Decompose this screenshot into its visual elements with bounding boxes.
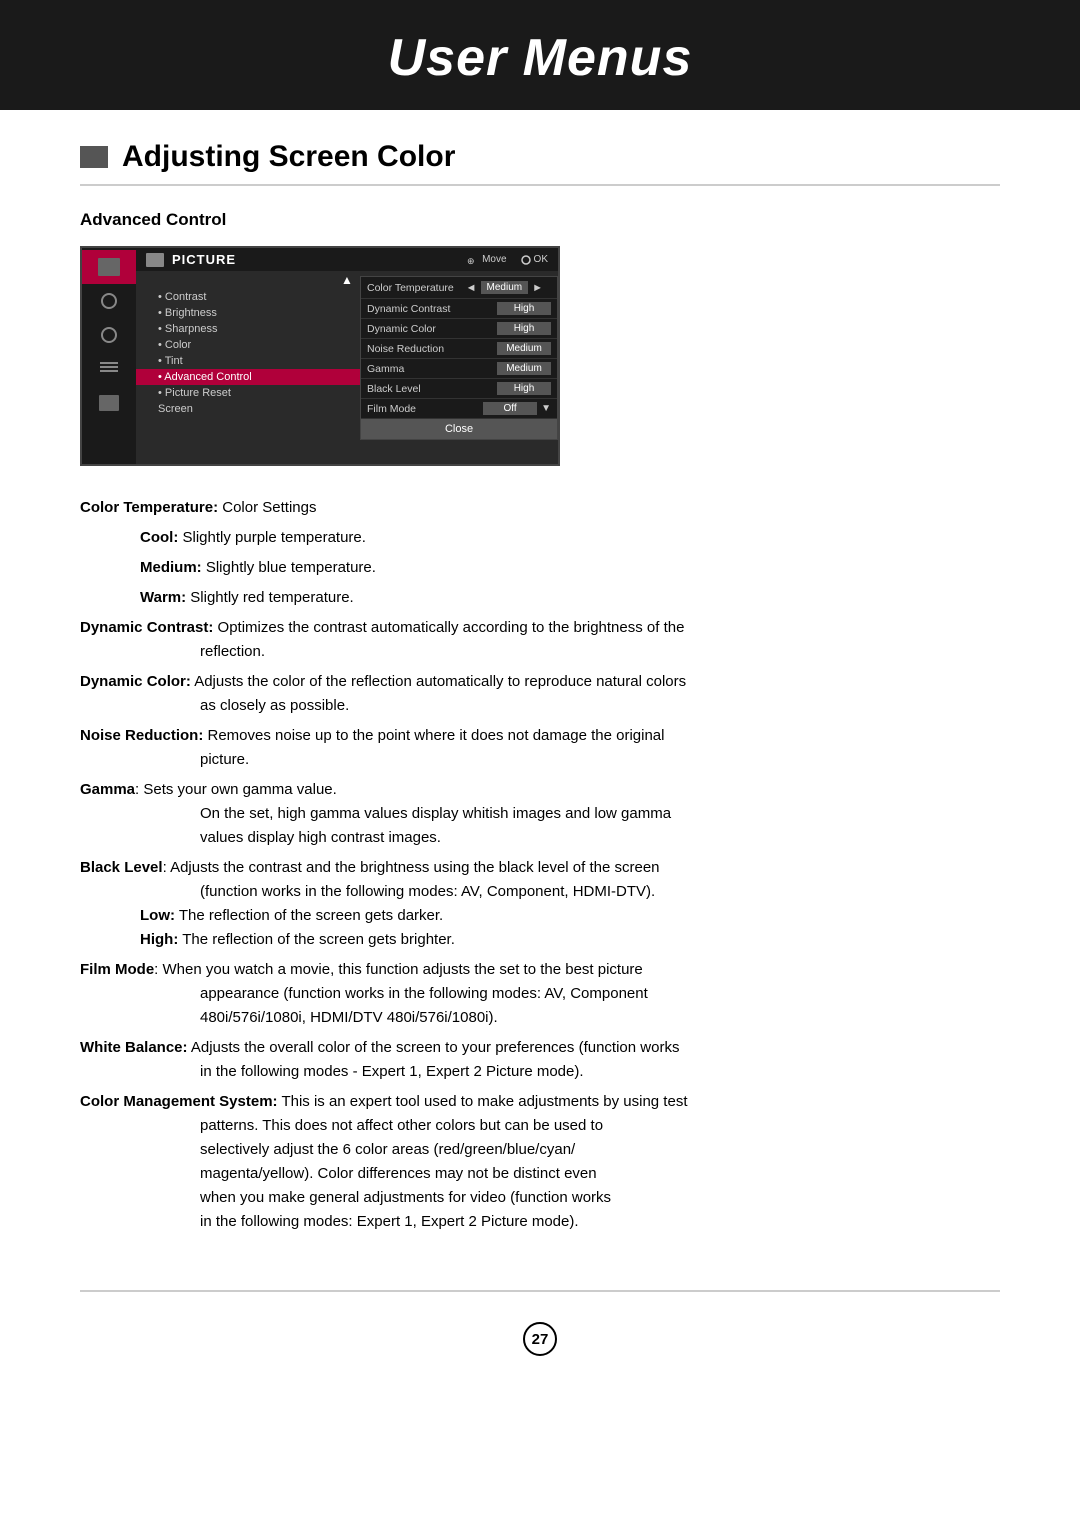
picture-icon: [98, 258, 120, 276]
desc-warm: Warm: Slightly red temperature.: [80, 586, 1000, 610]
ok-icon: [521, 255, 531, 265]
header-bar: User Menus: [0, 0, 1080, 110]
section-title: Adjusting Screen Color: [122, 140, 455, 174]
tv-panel-header: PICTURE ⊕ Move OK: [136, 248, 558, 271]
bars-icon: [100, 362, 118, 376]
sidebar-item-circle: [82, 284, 136, 318]
sub-heading: Advanced Control: [80, 210, 1000, 230]
adv-row-gamma: Gamma Medium: [361, 359, 557, 379]
bottom-divider: [80, 1290, 1000, 1292]
adv-row-black-level: Black Level High: [361, 379, 557, 399]
adv-close-button[interactable]: Close: [361, 419, 557, 439]
sidebar-item-img: [82, 386, 136, 420]
sidebar-item-settings: [82, 352, 136, 386]
panel-title: PICTURE: [172, 252, 236, 267]
section-title-row: Adjusting Screen Color: [80, 140, 1000, 174]
tv-panel-header-left: PICTURE: [146, 252, 236, 267]
desc-film-mode: Film Mode: When you watch a movie, this …: [80, 958, 1000, 1030]
color-temp-left-arrow[interactable]: ◄: [466, 282, 477, 294]
desc-dynamic-color: Dynamic Color: Adjusts the color of the …: [80, 670, 1000, 718]
tv-advanced-panel: Color Temperature ◄ Medium ► Dynamic Con…: [360, 276, 558, 440]
ok-label: OK: [521, 254, 548, 265]
section-divider: [80, 184, 1000, 186]
adv-row-color-temp: Color Temperature ◄ Medium ►: [361, 277, 557, 299]
sidebar-item-picture: [82, 250, 136, 284]
adv-row-dynamic-contrast: Dynamic Contrast High: [361, 299, 557, 319]
move-icon: ⊕: [467, 255, 479, 265]
clock-icon: [101, 327, 117, 343]
screen-label: Screen: [158, 403, 193, 415]
main-content: Adjusting Screen Color Advanced Control: [0, 110, 1080, 1280]
page-number: 27: [523, 1322, 557, 1356]
description-area: Color Temperature: Color Settings Cool: …: [80, 496, 1000, 1234]
section-icon: [80, 146, 108, 168]
desc-medium: Medium: Slightly blue temperature.: [80, 556, 1000, 580]
adv-row-dynamic-color: Dynamic Color High: [361, 319, 557, 339]
svg-text:⊕: ⊕: [467, 256, 475, 265]
adv-row-film-mode: Film Mode Off ▼: [361, 399, 557, 419]
desc-black-level: Black Level: Adjusts the contrast and th…: [80, 856, 1000, 952]
img-icon: [99, 395, 119, 411]
desc-color-management: Color Management System: This is an expe…: [80, 1090, 1000, 1234]
film-mode-down-arrow: ▼: [541, 403, 551, 414]
adv-row-noise-reduction: Noise Reduction Medium: [361, 339, 557, 359]
desc-white-balance: White Balance: Adjusts the overall color…: [80, 1036, 1000, 1084]
desc-cool: Cool: Slightly purple temperature.: [80, 526, 1000, 550]
page-title: User Menus: [388, 29, 693, 87]
tv-panel-header-right: ⊕ Move OK: [467, 254, 548, 265]
desc-gamma: Gamma: Sets your own gamma value. On the…: [80, 778, 1000, 850]
move-label: ⊕ Move: [467, 254, 506, 265]
sidebar-item-clock: [82, 318, 136, 352]
desc-color-temperature: Color Temperature: Color Settings: [80, 496, 1000, 520]
circle-icon: [101, 293, 117, 309]
desc-noise-reduction: Noise Reduction: Removes noise up to the…: [80, 724, 1000, 772]
page-number-area: 27: [0, 1322, 1080, 1376]
tv-sidebar: [82, 248, 136, 464]
tv-menu-mock: PICTURE ⊕ Move OK ▲ • Contrast: [80, 246, 560, 466]
color-temp-right-arrow[interactable]: ►: [532, 282, 543, 294]
panel-header-icon: [146, 253, 164, 267]
desc-dynamic-contrast: Dynamic Contrast: Optimizes the contrast…: [80, 616, 1000, 664]
